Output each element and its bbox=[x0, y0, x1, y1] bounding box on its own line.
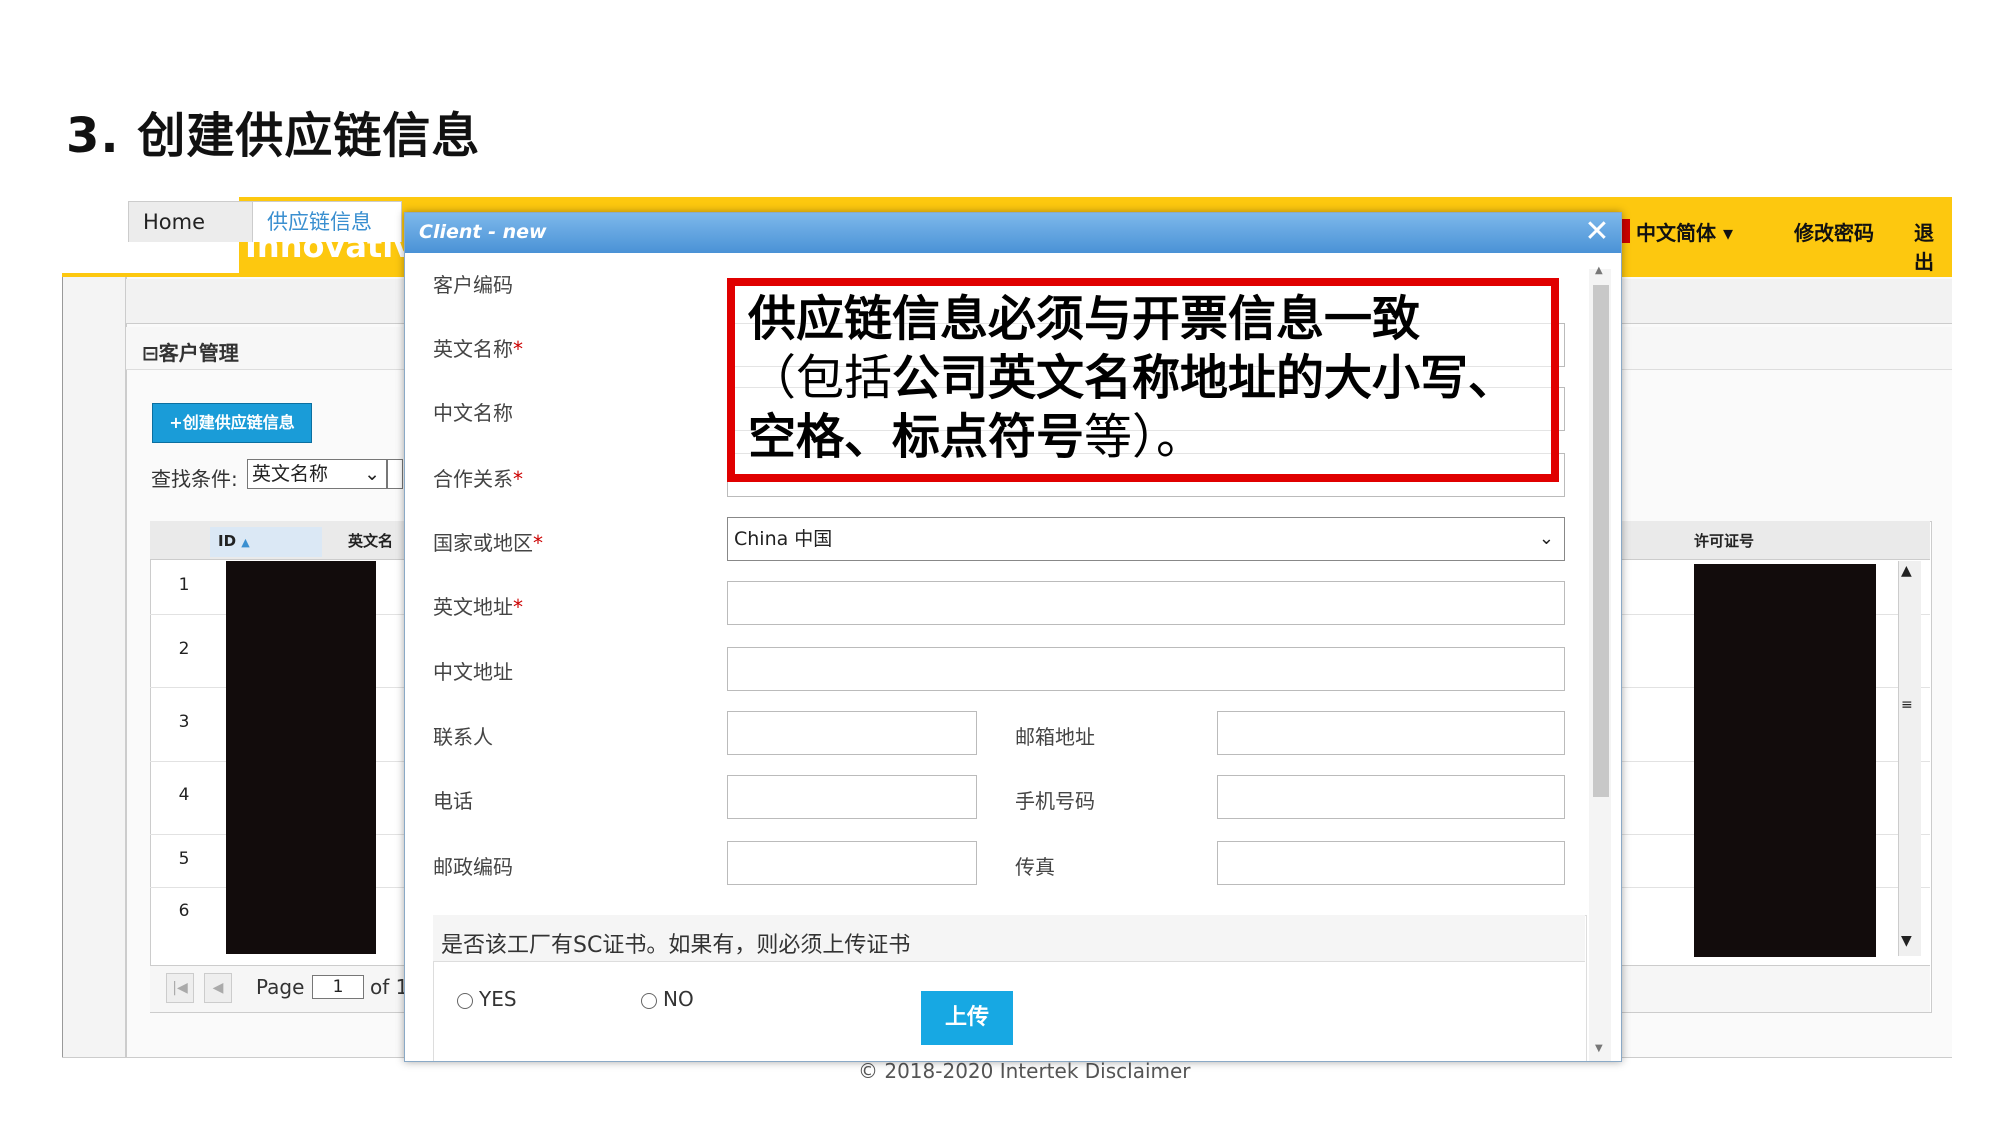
country-select[interactable]: China 中国 ⌄ bbox=[727, 517, 1565, 561]
annotation-line-3a: 空格、标点符号 bbox=[748, 409, 1085, 465]
dialog-titlebar[interactable] bbox=[405, 213, 1621, 253]
label-relationship: 合作关系* bbox=[433, 467, 523, 491]
label-email: 邮箱地址 bbox=[1015, 725, 1095, 749]
row-number: 2 bbox=[178, 639, 190, 659]
dialog-scroll-thumb[interactable] bbox=[1593, 285, 1609, 797]
annotation-line-2b: 公司英文名称地址的大小写、 bbox=[892, 350, 1517, 406]
grid-header-license[interactable]: 许可证号 bbox=[1694, 527, 1754, 555]
grid-header-id[interactable]: ID ▲ bbox=[210, 527, 322, 557]
fax-field[interactable] bbox=[1217, 841, 1565, 885]
annotation-line-3b: 等）。 bbox=[1084, 409, 1205, 465]
scroll-down-icon[interactable]: ▼ bbox=[1595, 1043, 1603, 1054]
label-phone: 电话 bbox=[433, 789, 473, 813]
redacted-block bbox=[226, 561, 376, 954]
logout-link[interactable]: 退出 bbox=[1914, 217, 1952, 275]
find-label: 查找条件: bbox=[151, 467, 238, 491]
label-country: 国家或地区* bbox=[433, 531, 543, 555]
scroll-up-icon[interactable]: ▲ bbox=[1595, 265, 1603, 276]
yes-radio[interactable] bbox=[457, 993, 473, 1009]
row-number: 5 bbox=[178, 849, 190, 869]
page-input[interactable]: 1 bbox=[312, 975, 364, 999]
label-cn-name: 中文名称 bbox=[433, 401, 513, 425]
label-mobile: 手机号码 bbox=[1015, 789, 1095, 813]
sort-asc-icon: ▲ bbox=[241, 536, 250, 549]
row-number: 1 bbox=[178, 575, 190, 595]
row-number: 3 bbox=[178, 712, 190, 732]
yes-label: YES bbox=[479, 987, 517, 1011]
chevron-down-icon: ⌄ bbox=[364, 463, 380, 485]
left-rail bbox=[62, 277, 126, 1083]
slide-title: 3. 创建供应链信息 bbox=[66, 108, 481, 164]
tab-supply-chain[interactable]: 供应链信息 bbox=[252, 201, 402, 242]
contact-field[interactable] bbox=[727, 711, 977, 755]
scroll-up-icon[interactable]: ▲ bbox=[1901, 563, 1912, 579]
no-label: NO bbox=[663, 987, 694, 1011]
label-cn-address: 中文地址 bbox=[433, 660, 513, 684]
label-en-name: 英文名称* bbox=[433, 337, 523, 361]
chevron-down-icon: ⌄ bbox=[1538, 528, 1554, 549]
sc-certificate-question: 是否该工厂有SC证书。如果有，则必须上传证书 bbox=[441, 933, 911, 958]
label-contact: 联系人 bbox=[433, 725, 493, 749]
cn-address-field[interactable] bbox=[727, 647, 1565, 691]
grid-scrollbar[interactable]: ▲ ≡ ▼ bbox=[1898, 561, 1921, 956]
redacted-block bbox=[1694, 564, 1876, 957]
change-password-link[interactable]: 修改密码 bbox=[1794, 217, 1874, 246]
annotation-line-1: 供应链信息必须与开票信息一致 bbox=[748, 291, 1421, 347]
find-field-select[interactable]: 英文名称 ⌄ bbox=[247, 459, 387, 489]
close-icon[interactable]: ✕ bbox=[1581, 215, 1613, 249]
annotation-text: 供应链信息必须与开票信息一致 （包括公司英文名称地址的大小写、 空格、标点符号等… bbox=[748, 290, 1568, 467]
page-label: Page bbox=[256, 975, 305, 999]
mobile-field[interactable] bbox=[1217, 775, 1565, 819]
no-radio[interactable] bbox=[641, 993, 657, 1009]
find-input[interactable] bbox=[387, 459, 403, 489]
label-en-address: 英文地址* bbox=[433, 595, 523, 619]
label-fax: 传真 bbox=[1015, 855, 1055, 879]
grid-header-en-name[interactable]: 英文名 bbox=[348, 527, 393, 555]
language-select[interactable]: 中文简体 ▾ bbox=[1636, 217, 1733, 246]
dialog-title: Client - new bbox=[419, 221, 547, 243]
page-of-label: of 1 bbox=[370, 975, 409, 999]
window-icon: ⊟ bbox=[142, 341, 159, 365]
footer-text: © 2018-2020 Intertek Disclaimer bbox=[858, 1059, 1191, 1083]
tab-home[interactable]: Home bbox=[128, 201, 254, 242]
scroll-grip-icon[interactable]: ≡ bbox=[1901, 697, 1913, 713]
label-postcode: 邮政编码 bbox=[433, 855, 513, 879]
postcode-field[interactable] bbox=[727, 841, 977, 885]
row-number: 6 bbox=[178, 901, 190, 921]
phone-field[interactable] bbox=[727, 775, 977, 819]
scroll-down-icon[interactable]: ▼ bbox=[1901, 933, 1912, 949]
annotation-line-2a: （包括 bbox=[748, 350, 893, 406]
create-supply-chain-button[interactable]: +创建供应链信息 bbox=[152, 403, 312, 443]
email-field[interactable] bbox=[1217, 711, 1565, 755]
breadcrumb: ⊟客户管理 bbox=[142, 341, 239, 365]
upload-button[interactable]: 上传 bbox=[921, 991, 1013, 1045]
en-address-field[interactable] bbox=[727, 581, 1565, 625]
row-number: 4 bbox=[178, 785, 190, 805]
first-page-icon[interactable]: |◀ bbox=[166, 973, 194, 1003]
prev-page-icon[interactable]: ◀ bbox=[204, 973, 232, 1003]
label-client-code: 客户编码 bbox=[433, 273, 513, 297]
